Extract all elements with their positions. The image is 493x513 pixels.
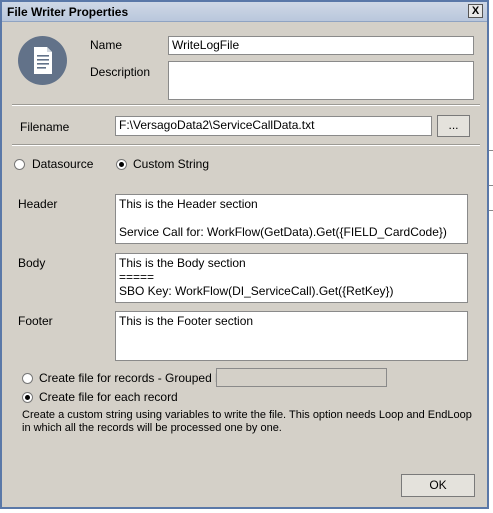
radio-selected-dot <box>119 162 124 167</box>
browse-button[interactable]: ... <box>437 115 470 137</box>
title-bar: File Writer Properties X <box>2 2 487 22</box>
close-button[interactable]: X <box>468 4 483 18</box>
divider-mid <box>12 144 480 146</box>
divider-top <box>12 104 480 106</box>
footer-field[interactable]: This is the Footer section <box>115 311 468 361</box>
background-line <box>489 150 493 151</box>
background-window-strip <box>489 0 493 513</box>
filename-label: Filename <box>20 120 70 134</box>
header-label: Header <box>18 197 58 211</box>
window-title: File Writer Properties <box>7 5 129 19</box>
custom-string-radio[interactable] <box>116 159 127 170</box>
body-label: Body <box>18 256 46 270</box>
datasource-label: Datasource <box>32 157 94 171</box>
footer-label: Footer <box>18 314 53 328</box>
grouped-label: Create file for records - Grouped by <box>39 371 228 385</box>
description-field[interactable] <box>168 61 474 100</box>
filename-field[interactable]: F:\VersagoData2\ServiceCallData.txt <box>115 116 432 136</box>
custom-string-label: Custom String <box>133 157 210 171</box>
name-label: Name <box>90 38 123 52</box>
body-field[interactable]: This is the Body section ===== SBO Key: … <box>115 253 468 303</box>
background-line <box>489 185 493 186</box>
header-field[interactable]: This is the Header section Service Call … <box>115 194 468 244</box>
grouped-radio[interactable] <box>22 373 33 384</box>
grouped-by-field[interactable] <box>216 368 387 387</box>
help-text: Create a custom string using variables t… <box>22 409 472 434</box>
ok-button[interactable]: OK <box>401 474 475 497</box>
document-icon <box>18 36 67 85</box>
file-writer-dialog: File Writer Properties X Name WriteLogFi… <box>0 0 489 509</box>
background-line <box>489 210 493 211</box>
datasource-radio[interactable] <box>14 159 25 170</box>
radio-selected-dot <box>25 395 30 400</box>
each-record-label: Create file for each record <box>39 390 178 404</box>
description-label: Description <box>90 65 151 79</box>
name-field[interactable]: WriteLogFile <box>168 36 474 55</box>
each-record-radio[interactable] <box>22 392 33 403</box>
